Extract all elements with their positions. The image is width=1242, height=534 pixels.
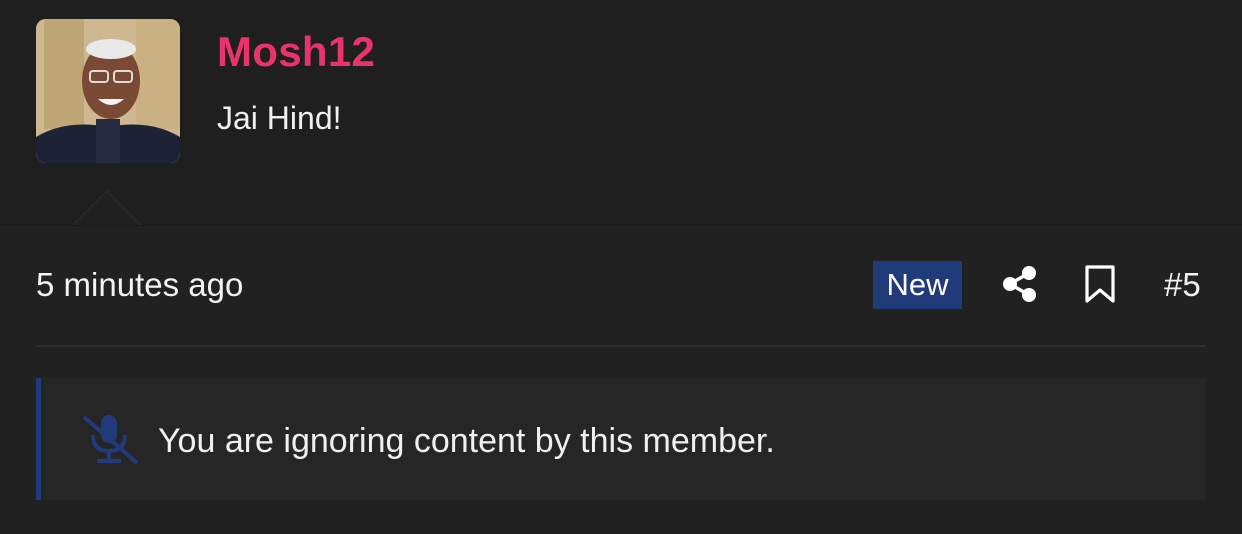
ignored-content-notice: You are ignoring content by this member. — [36, 378, 1206, 500]
post-timestamp[interactable]: 5 minutes ago — [36, 266, 243, 304]
avatar[interactable] — [36, 19, 180, 163]
username[interactable]: Mosh12 — [217, 28, 375, 76]
microphone-slash-icon — [82, 415, 139, 465]
post-number-link[interactable]: #5 — [1164, 266, 1201, 304]
share-icon[interactable] — [1002, 265, 1038, 303]
pointer-arrow-fill — [74, 192, 140, 225]
ignored-notice-text: You are ignoring content by this member. — [158, 422, 775, 460]
post-header: Mosh12 Jai Hind! — [0, 0, 1242, 226]
divider — [36, 345, 1206, 347]
user-title: Jai Hind! — [217, 100, 342, 136]
new-badge: New — [873, 261, 962, 309]
bookmark-icon[interactable] — [1084, 265, 1116, 303]
